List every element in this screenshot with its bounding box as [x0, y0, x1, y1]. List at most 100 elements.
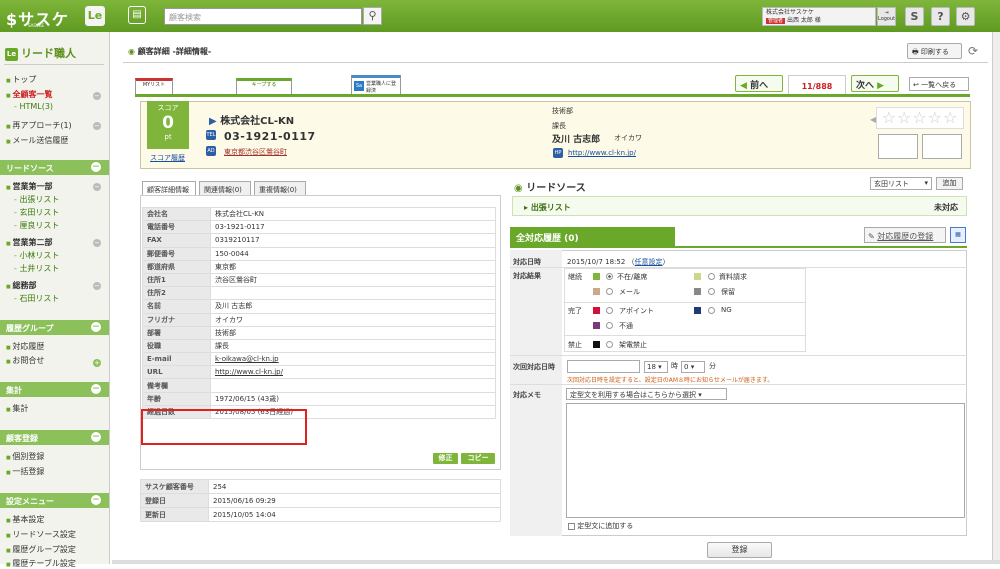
field-value: 03-1921-0117	[210, 220, 496, 235]
image-slot[interactable]	[878, 134, 918, 159]
tab-keep[interactable]: キープする	[236, 78, 292, 95]
sidebar-item-history-group-setting[interactable]: 履歴グループ設定	[6, 544, 76, 555]
sasuke-icon[interactable]: S	[905, 7, 924, 26]
sidebar-item-list[interactable]: 小林リスト	[14, 250, 59, 261]
sidebar-header-settings[interactable]: 設定メニュー −	[0, 493, 109, 508]
table-row: 都道府県 東京都	[142, 259, 496, 274]
address-link[interactable]: 東京都渋谷区鶯谷町	[224, 147, 287, 157]
radio-mail[interactable]	[606, 288, 613, 295]
logo[interactable]: $サスケ SASUKE	[6, 6, 69, 30]
scrollbar[interactable]	[992, 32, 1000, 560]
collapse-icon[interactable]: −	[93, 282, 101, 290]
sidebar-item-mail-history[interactable]: メール送信履歴	[6, 135, 68, 146]
collapse-icon[interactable]: −	[93, 239, 101, 247]
memo-textarea[interactable]	[566, 403, 965, 518]
tab-customer-detail[interactable]: 顧客詳細情報	[142, 181, 196, 196]
sidebar-item-reapproach[interactable]: 再アプローチ(1)	[6, 120, 71, 131]
add-template-checkbox[interactable]: 定型文に追加する	[568, 521, 633, 531]
sidebar-header-history[interactable]: 履歴グループ −	[0, 320, 109, 335]
tab-my-list[interactable]: MYリスト	[135, 78, 173, 95]
sidebar-item-list[interactable]: 玄田リスト	[14, 207, 59, 218]
sidebar-header-lead-source[interactable]: リードソース −	[0, 160, 109, 175]
back-to-list-button[interactable]: ↩ 一覧へ戻る	[909, 77, 969, 91]
phone-number[interactable]: 03-1921-0117	[224, 130, 316, 143]
refresh-icon[interactable]: ⟳	[968, 44, 978, 58]
radio-no-call[interactable]	[606, 341, 613, 348]
score-history-link[interactable]: スコア履歴	[150, 153, 185, 163]
calendar-icon[interactable]: ▦	[950, 227, 966, 243]
sidebar-group-sales2[interactable]: 営業第二部	[6, 237, 52, 248]
sidebar-item-basic[interactable]: 基本設定	[6, 514, 44, 525]
radio-ng[interactable]	[708, 307, 715, 314]
radio-materials[interactable]	[708, 273, 715, 280]
add-button[interactable]: 追加	[936, 177, 963, 190]
sidebar-item-top[interactable]: トップ	[6, 74, 36, 85]
sidebar-header-register[interactable]: 顧客登録 −	[0, 430, 109, 445]
radio-unreachable[interactable]	[606, 322, 613, 329]
sidebar-group-sales1[interactable]: 営業第一部	[6, 181, 52, 192]
sidebar-item-html[interactable]: HTML(3)	[14, 102, 53, 111]
logout-button[interactable]: ⇥ Logout	[877, 7, 896, 26]
radio-appointment[interactable]	[606, 307, 613, 314]
tab-related[interactable]: 関連情報(0)	[199, 181, 251, 196]
lead-source-row[interactable]	[512, 196, 967, 216]
result-grid	[564, 268, 806, 352]
copy-button[interactable]: コピー	[461, 453, 495, 464]
arbitrary-link[interactable]: 任意設定	[635, 258, 663, 266]
radio-absent[interactable]	[606, 273, 613, 280]
sidebar-item-lead-setting[interactable]: リードソース設定	[6, 529, 76, 540]
print-button[interactable]: 🖶 印刷する	[907, 43, 962, 59]
chat-icon[interactable]: ▤	[128, 6, 146, 24]
sidebar-item-list[interactable]: 厘良リスト	[14, 220, 59, 231]
field-label: FAX	[142, 233, 211, 248]
collapse-icon[interactable]: −	[93, 92, 101, 100]
sidebar-item-all-customers[interactable]: 全顧客一覧	[6, 89, 52, 100]
tab-duplicate[interactable]: 重複情報(0)	[254, 181, 306, 196]
sidebar-header-totals[interactable]: 集計 −	[0, 382, 109, 397]
rating-stars[interactable]: ☆☆☆☆☆	[876, 107, 964, 129]
sidebar-item-list[interactable]: 土井リスト	[14, 263, 59, 274]
table-row: 更新日 2015/10/05 14:04	[140, 507, 501, 522]
le-app-button[interactable]: Le	[85, 6, 105, 26]
search-icon[interactable]: ⚲	[363, 7, 382, 25]
register-button[interactable]: 登録	[707, 542, 772, 558]
sidebar-item-list[interactable]: 出張リスト	[14, 194, 59, 205]
field-value	[210, 286, 496, 301]
hour-select[interactable]: 18 ▾	[644, 361, 668, 373]
tab-sales-registered[interactable]: Sa 営業職人に登録済	[351, 75, 401, 95]
sidebar-item-totals[interactable]: 集計	[6, 403, 28, 414]
tab-all-history[interactable]: 全対応履歴 (0)	[510, 227, 675, 247]
sidebar-item-inquiry[interactable]: お問合せ	[6, 355, 44, 366]
radio-hold[interactable]	[708, 288, 715, 295]
prev-button[interactable]: ◀ 前へ	[735, 75, 783, 92]
collapse-icon[interactable]: −	[93, 183, 101, 191]
field-value[interactable]: http://www.cl-kn.jp/	[210, 365, 496, 380]
gear-icon[interactable]: ⚙	[956, 7, 975, 26]
option-label: 資料請求	[719, 273, 747, 281]
next-button[interactable]: 次へ ▶	[851, 75, 899, 92]
field-value[interactable]: k-oikawa@cl-kn.jp	[210, 352, 496, 367]
list-select[interactable]: 玄田リスト ▾	[870, 177, 932, 190]
search-input[interactable]: 顧客検索	[164, 8, 362, 25]
template-select[interactable]: 定型文を利用する場合はこちらから選択 ▾	[566, 388, 727, 400]
image-slot[interactable]	[922, 134, 962, 159]
person-kana: オイカワ	[614, 134, 642, 142]
collapse-icon[interactable]: −	[93, 122, 101, 130]
edit-button[interactable]: 修正	[433, 453, 458, 464]
field-value	[210, 378, 496, 393]
homepage-icon: HP	[553, 148, 563, 158]
next-date-input[interactable]	[567, 360, 640, 373]
help-icon[interactable]: ?	[931, 7, 950, 26]
sidebar-item-bulk[interactable]: 一括登録	[6, 466, 44, 477]
sidebar-item-individual[interactable]: 個別登録	[6, 451, 44, 462]
register-history-button[interactable]: ✎ 対応履歴の登録	[864, 227, 946, 243]
sidebar-item-history[interactable]: 対応履歴	[6, 341, 44, 352]
sidebar-group-general[interactable]: 総務部	[6, 280, 36, 291]
table-row: 部署 技術部	[142, 325, 496, 340]
minute-select[interactable]: 0 ▾	[681, 361, 705, 373]
website-link[interactable]: http://www.cl-kn.jp/	[568, 149, 636, 157]
add-icon[interactable]: +	[93, 359, 101, 367]
lead-source-name[interactable]: ▸ 出張リスト	[524, 202, 571, 213]
sidebar-item-list[interactable]: 石田リスト	[14, 293, 59, 304]
lead-source-title: リードソース	[514, 179, 586, 194]
